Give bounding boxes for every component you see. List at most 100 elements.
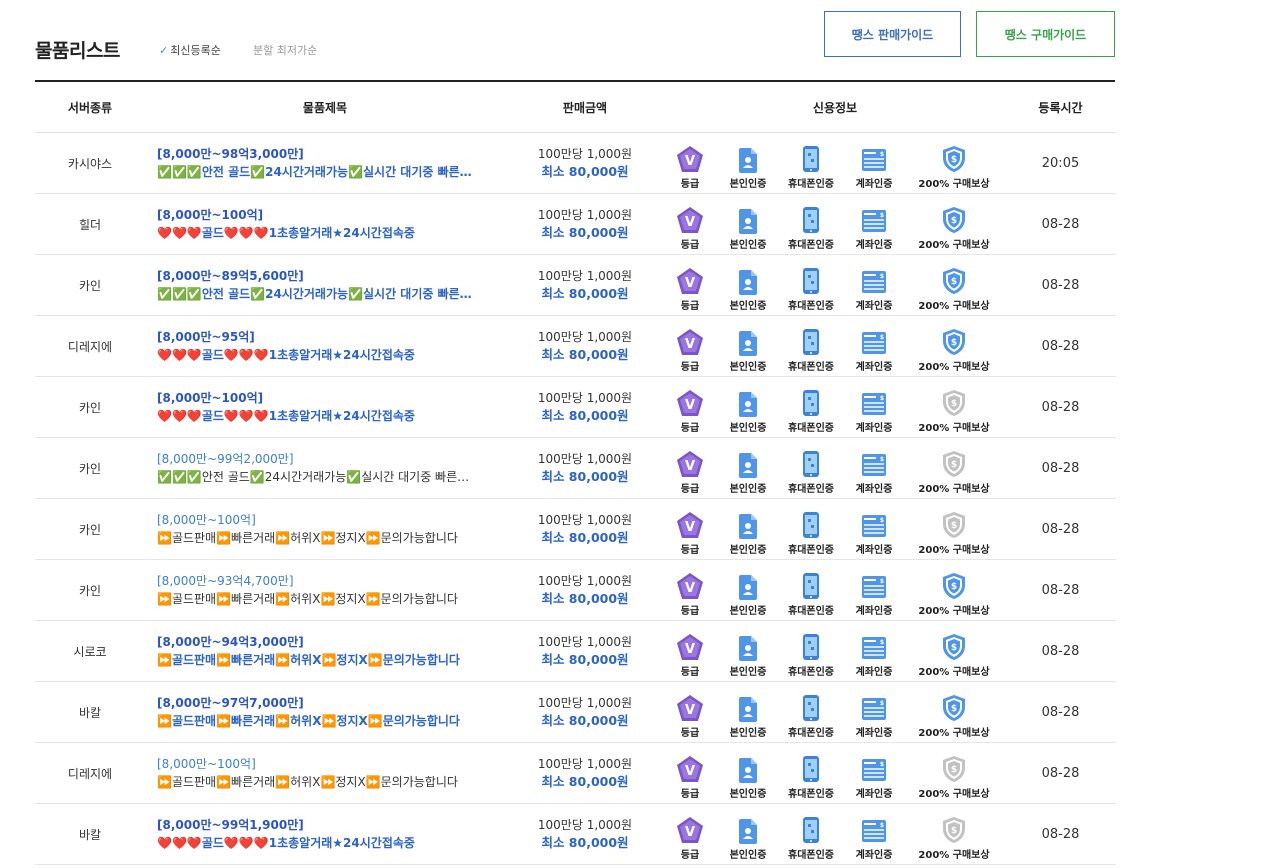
phone-verification: 휴대폰인증 [777, 267, 845, 315]
registered-time: 20:05 [1005, 132, 1116, 194]
item-amount-range[interactable]: [8,000만~100억] [157, 756, 505, 773]
item-amount-range[interactable]: [8,000만~100억] [157, 512, 505, 529]
svg-text:$: $ [880, 517, 884, 524]
item-amount-range[interactable]: [8,000만~99억2,000만] [157, 451, 505, 468]
server-name: 카인 [35, 376, 145, 438]
item-title-cell[interactable]: [8,000만~99억2,000만] ✅✅✅안전 골드✅24시간거래가능✅실시간 … [145, 437, 505, 499]
item-title-cell[interactable]: [8,000만~99억1,900만] ❤️❤️❤️골드❤️❤️❤️1초총알거래★2… [145, 803, 505, 865]
table-row[interactable]: 시로코 [8,000만~94억3,000만] ⏩골드판매⏩빠른거래⏩허위X⏩정지X⏩… [35, 620, 1116, 682]
item-description[interactable]: ✅✅✅안전 골드✅24시간거래가능✅실시간 대기중 빠른거래 [157, 468, 477, 486]
shield-dollar-icon: $ [942, 633, 966, 663]
item-title-cell[interactable]: [8,000만~100억] ⏩골드판매⏩빠른거래⏩허위X⏩정지X⏩문의가능합니다 [145, 498, 505, 560]
phone-verification: 휴대폰인증 [777, 206, 845, 254]
account-verification: $ 계좌인증 [845, 757, 903, 803]
shield-dollar-icon: $ [942, 450, 966, 480]
item-description[interactable]: ❤️❤️❤️골드❤️❤️❤️1초총알거래★24시간접속중 [157, 834, 477, 852]
item-description[interactable]: ✅✅✅안전 골드✅24시간거래가능✅실시간 대기중 빠른거래 [157, 285, 477, 303]
registered-time: 08-28 [1005, 254, 1116, 316]
item-description[interactable]: ❤️❤️❤️골드❤️❤️❤️1초총알거래★24시간접속중 [157, 346, 477, 364]
table-row[interactable]: 힐더 [8,000만~100억] ❤️❤️❤️골드❤️❤️❤️1초총알거래★24시간… [35, 193, 1116, 255]
item-amount-range[interactable]: [8,000만~100억] [157, 390, 505, 407]
registered-time: 08-28 [1005, 315, 1116, 377]
list-header: 물품리스트 ✓ 최신등록순 분할 최저가순 땡스 판매가이드 땡스 구매가이드 [35, 0, 1115, 82]
item-title-cell[interactable]: [8,000만~100억] ❤️❤️❤️골드❤️❤️❤️1초총알거래★24시간접속… [145, 376, 505, 438]
item-description[interactable]: ❤️❤️❤️골드❤️❤️❤️1초총알거래★24시간접속중 [157, 224, 477, 242]
item-title-cell[interactable]: [8,000만~95억] ❤️❤️❤️골드❤️❤️❤️1초총알거래★24시간접속중 [145, 315, 505, 377]
grade-label: 등급 [680, 545, 700, 556]
grade-label: 등급 [680, 606, 700, 617]
shield-dollar-icon: $ [942, 267, 966, 297]
grade-icon: V [676, 572, 704, 602]
table-row[interactable]: 바칼 [8,000만~97억7,000만] ⏩골드판매⏩빠른거래⏩허위X⏩정지X⏩문… [35, 681, 1116, 743]
grade-icon: V [676, 328, 704, 358]
item-title-cell[interactable]: [8,000만~100억] ⏩골드판매⏩빠른거래⏩허위X⏩정지X⏩문의가능합니다 [145, 742, 505, 804]
price-cell: 100만당 1,000원 최소 80,000원 [505, 559, 665, 621]
buy-guide-button[interactable]: 땡스 구매가이드 [976, 11, 1115, 57]
grade-badge: V 등급 [661, 816, 719, 864]
item-description[interactable]: ⏩골드판매⏩빠른거래⏩허위X⏩정지X⏩문의가능합니다 [157, 651, 477, 669]
item-title-cell[interactable]: [8,000만~97억7,000만] ⏩골드판매⏩빠른거래⏩허위X⏩정지X⏩문의가… [145, 681, 505, 743]
price-cell: 100만당 1,000원 최소 80,000원 [505, 376, 665, 438]
item-title-cell[interactable]: [8,000만~94억3,000만] ⏩골드판매⏩빠른거래⏩허위X⏩정지X⏩문의가… [145, 620, 505, 682]
item-amount-range[interactable]: [8,000만~97억7,000만] [157, 695, 505, 712]
credit-info-cell: V 등급 본인인증 휴대폰인증 $ 계좌인증 $200% 구매보상 [665, 803, 1005, 865]
item-amount-range[interactable]: [8,000만~94억3,000만] [157, 634, 505, 651]
item-amount-range[interactable]: [8,000만~100억] [157, 207, 505, 224]
table-row[interactable]: 디레지에 [8,000만~95억] ❤️❤️❤️골드❤️❤️❤️1초총알거래★24시… [35, 315, 1116, 377]
table-row[interactable]: 디레지에 [8,000만~100억] ⏩골드판매⏩빠른거래⏩허위X⏩정지X⏩문의가능… [35, 742, 1116, 804]
sort-latest-option[interactable]: ✓ 최신등록순 [159, 42, 221, 58]
table-row[interactable]: 카시야스 [8,000만~98억3,000만] ✅✅✅안전 골드✅24시간거래가능✅… [35, 132, 1116, 194]
phone-verification: 휴대폰인증 [777, 755, 845, 803]
table-row[interactable]: 카인 [8,000만~99억2,000만] ✅✅✅안전 골드✅24시간거래가능✅실시… [35, 437, 1116, 499]
table-row[interactable]: 카인 [8,000만~93억4,700만] ⏩골드판매⏩빠른거래⏩허위X⏩정지X⏩문… [35, 559, 1116, 621]
grade-badge: V 등급 [661, 633, 719, 681]
table-row[interactable]: 카인 [8,000만~100억] ⏩골드판매⏩빠른거래⏩허위X⏩정지X⏩문의가능합니… [35, 498, 1116, 560]
item-title-cell[interactable]: [8,000만~89억5,600만] ✅✅✅안전 골드✅24시간거래가능✅실시간 … [145, 254, 505, 316]
compensation-label: 200% 구매보상 [918, 423, 990, 434]
table-row[interactable]: 바칼 [8,000만~99억1,900만] ❤️❤️❤️골드❤️❤️❤️1초총알거래… [35, 803, 1116, 865]
item-amount-range[interactable]: [8,000만~98억3,000만] [157, 146, 505, 163]
account-verification: $ 계좌인증 [845, 269, 903, 315]
table-row[interactable]: 카인 [8,000만~100억] ❤️❤️❤️골드❤️❤️❤️1초총알거래★24시간… [35, 376, 1116, 438]
item-description[interactable]: ⏩골드판매⏩빠른거래⏩허위X⏩정지X⏩문의가능합니다 [157, 529, 477, 547]
person-id-icon [738, 452, 758, 480]
svg-text:V: V [685, 398, 695, 413]
phone-verification: 휴대폰인증 [777, 511, 845, 559]
svg-text:$: $ [880, 395, 884, 402]
price-cell: 100만당 1,000원 최소 80,000원 [505, 620, 665, 682]
item-amount-range[interactable]: [8,000만~93억4,700만] [157, 573, 505, 590]
account-verification: $ 계좌인증 [845, 147, 903, 193]
shield-dollar-icon: $ [942, 389, 966, 419]
item-title-cell[interactable]: [8,000만~100억] ❤️❤️❤️골드❤️❤️❤️1초총알거래★24시간접속… [145, 193, 505, 255]
item-description[interactable]: ⏩골드판매⏩빠른거래⏩허위X⏩정지X⏩문의가능합니다 [157, 773, 477, 791]
grade-label: 등급 [680, 240, 700, 251]
identity-label: 본인인증 [729, 484, 767, 495]
server-name: 디레지에 [35, 315, 145, 377]
identity-label: 본인인증 [729, 789, 767, 800]
grade-label: 등급 [680, 484, 700, 495]
svg-text:V: V [685, 276, 695, 291]
item-amount-range[interactable]: [8,000만~99억1,900만] [157, 817, 505, 834]
item-title-cell[interactable]: [8,000만~93억4,700만] ⏩골드판매⏩빠른거래⏩허위X⏩정지X⏩문의가… [145, 559, 505, 621]
bank-account-icon: $ [861, 574, 887, 602]
person-id-icon [738, 208, 758, 236]
server-name: 카인 [35, 437, 145, 499]
item-amount-range[interactable]: [8,000만~95억] [157, 329, 505, 346]
sort-split-lowest-option[interactable]: 분할 최저가순 [253, 42, 317, 58]
sell-guide-button[interactable]: 땡스 판매가이드 [824, 11, 961, 57]
item-description[interactable]: ⏩골드판매⏩빠른거래⏩허위X⏩정지X⏩문의가능합니다 [157, 712, 477, 730]
unit-price: 100만당 1,000원 [537, 146, 633, 161]
grade-label: 등급 [680, 179, 700, 190]
grade-badge: V 등급 [661, 511, 719, 559]
item-amount-range[interactable]: [8,000만~89억5,600만] [157, 268, 505, 285]
account-label: 계좌인증 [855, 484, 893, 495]
item-title-cell[interactable]: [8,000만~98억3,000만] ✅✅✅안전 골드✅24시간거래가능✅실시간 … [145, 132, 505, 194]
table-row[interactable]: 카인 [8,000만~89억5,600만] ✅✅✅안전 골드✅24시간거래가능✅실시… [35, 254, 1116, 316]
person-id-icon [738, 574, 758, 602]
credit-info-cell: V 등급 본인인증 휴대폰인증 $ 계좌인증 $200% 구매보상 [665, 376, 1005, 438]
item-description[interactable]: ⏩골드판매⏩빠른거래⏩허위X⏩정지X⏩문의가능합니다 [157, 590, 477, 608]
item-description[interactable]: ✅✅✅안전 골드✅24시간거래가능✅실시간 대기중 빠른거래 [157, 163, 477, 181]
item-description[interactable]: ❤️❤️❤️골드❤️❤️❤️1초총알거래★24시간접속중 [157, 407, 477, 425]
shield-dollar-icon: $ [942, 694, 966, 724]
grade-icon: V [676, 633, 704, 663]
